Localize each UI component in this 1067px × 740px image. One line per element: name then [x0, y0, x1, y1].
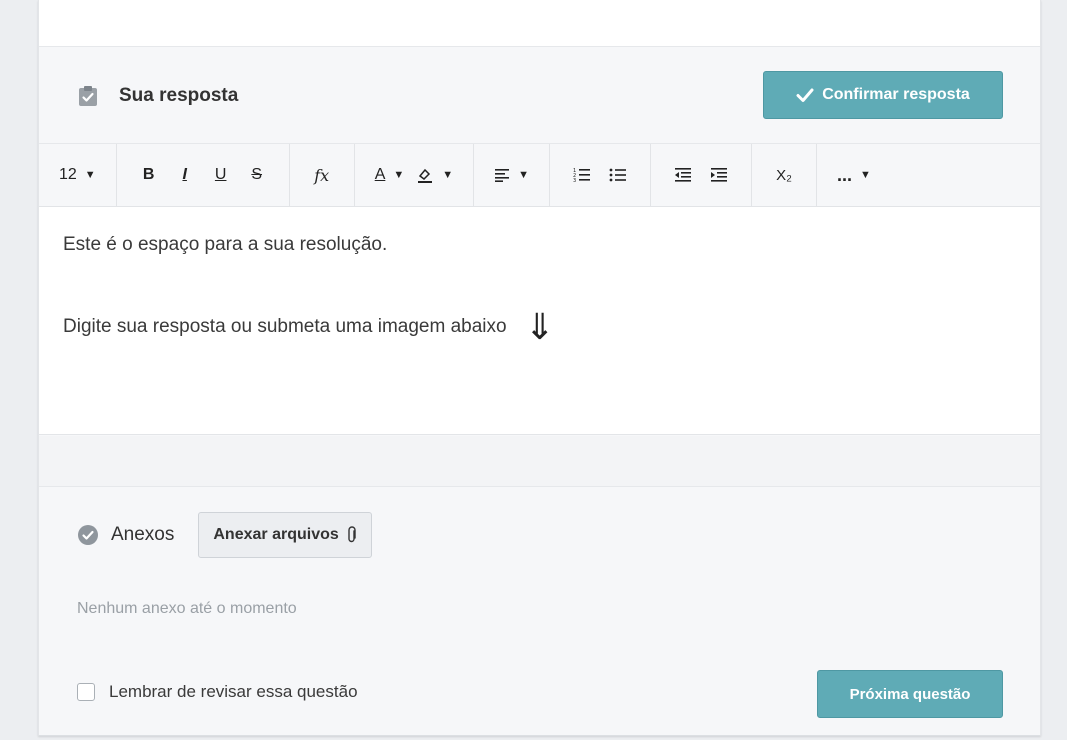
- answer-title-text: Sua resposta: [119, 85, 239, 106]
- toolbar-group-formula: fx: [290, 144, 355, 206]
- indent-button[interactable]: [707, 161, 731, 189]
- toolbar-group-subscript: X₂: [752, 144, 818, 206]
- editor-toolbar: 12 ▼ B I U S fx A ▼ ▼ ▼ 1 2 3 X₂ ... ▼: [39, 143, 1040, 207]
- indent-icon: [711, 168, 728, 182]
- strikethrough-button[interactable]: S: [245, 161, 269, 189]
- underline-button[interactable]: U: [209, 161, 233, 189]
- ordered-list-icon: 1 2 3: [573, 168, 591, 183]
- review-label[interactable]: Lembrar de revisar essa questão: [109, 682, 358, 702]
- attach-files-label: Anexar arquivos: [213, 526, 339, 543]
- paperclip-icon: [348, 526, 356, 543]
- align-dropdown[interactable]: ▼: [494, 161, 529, 189]
- toolbar-group-align: ▼: [474, 144, 551, 206]
- highlight-icon: [418, 168, 433, 183]
- confirm-answer-button[interactable]: Confirmar resposta: [763, 71, 1003, 119]
- answer-header: Sua resposta Confirmar resposta: [39, 47, 1040, 143]
- caret-down-icon: ▼: [518, 169, 530, 181]
- toolbar-group-indent: [651, 144, 753, 206]
- more-dropdown[interactable]: ... ▼: [837, 161, 871, 189]
- no-attachments-text: Nenhum anexo até o momento: [77, 600, 297, 617]
- check-icon: [796, 88, 814, 102]
- double-arrow-down-icon: ⇓: [524, 306, 555, 347]
- caret-down-icon: ▼: [860, 169, 871, 181]
- caret-down-icon: ▼: [84, 169, 96, 181]
- next-question-label: Próxima questão: [849, 685, 971, 703]
- editor-line-2-text: Digite sua resposta ou submeta uma image…: [63, 316, 507, 337]
- attachments-title: Anexos: [111, 524, 175, 545]
- answer-title: Sua resposta: [77, 85, 238, 107]
- answer-editor[interactable]: Este é o espaço para a sua resolução. Di…: [39, 207, 1040, 435]
- align-icon: [495, 169, 510, 182]
- italic-button[interactable]: I: [173, 161, 197, 189]
- outdent-button[interactable]: [671, 161, 695, 189]
- caret-down-icon: ▼: [393, 169, 405, 181]
- ordered-list-button[interactable]: 1 2 3: [570, 161, 594, 189]
- answer-card: Sua resposta Confirmar resposta 12 ▼ B I…: [38, 0, 1041, 736]
- top-strip: [39, 0, 1040, 47]
- next-question-button[interactable]: Próxima questão: [817, 670, 1003, 718]
- more-icon: ...: [837, 164, 853, 185]
- subscript-button[interactable]: X₂: [772, 161, 796, 189]
- unordered-list-icon: [609, 168, 627, 182]
- toolbar-group-font-size: 12 ▼: [39, 144, 117, 206]
- formula-button[interactable]: fx: [310, 161, 334, 189]
- font-size-dropdown[interactable]: 12 ▼: [59, 161, 96, 189]
- highlight-dropdown[interactable]: ▼: [416, 161, 453, 189]
- check-circle-icon: [77, 524, 99, 546]
- toolbar-group-lists: 1 2 3: [550, 144, 652, 206]
- section-divider: [39, 436, 1040, 487]
- toolbar-group-color: A ▼ ▼: [355, 144, 475, 206]
- attachments-header: Anexos Anexar arquivos: [77, 512, 372, 558]
- font-size-value: 12: [59, 166, 77, 183]
- caret-down-icon: ▼: [442, 169, 454, 181]
- attach-files-button[interactable]: Anexar arquivos: [198, 512, 372, 558]
- svg-text:3: 3: [573, 178, 576, 183]
- clipboard-check-icon: [77, 85, 99, 107]
- toolbar-group-more: ... ▼: [817, 144, 891, 206]
- toolbar-group-format: B I U S: [117, 144, 290, 206]
- outdent-icon: [675, 168, 692, 182]
- unordered-list-button[interactable]: [606, 161, 630, 189]
- font-color-icon: A: [374, 166, 386, 183]
- bold-button[interactable]: B: [137, 161, 161, 189]
- font-color-dropdown[interactable]: A ▼: [375, 161, 405, 189]
- review-reminder: Lembrar de revisar essa questão: [77, 682, 358, 702]
- editor-line-2: Digite sua resposta ou submeta uma image…: [63, 306, 1016, 347]
- editor-line-1: Este é o espaço para a sua resolução.: [63, 234, 388, 255]
- review-checkbox[interactable]: [77, 683, 95, 701]
- confirm-answer-label: Confirmar resposta: [822, 86, 970, 103]
